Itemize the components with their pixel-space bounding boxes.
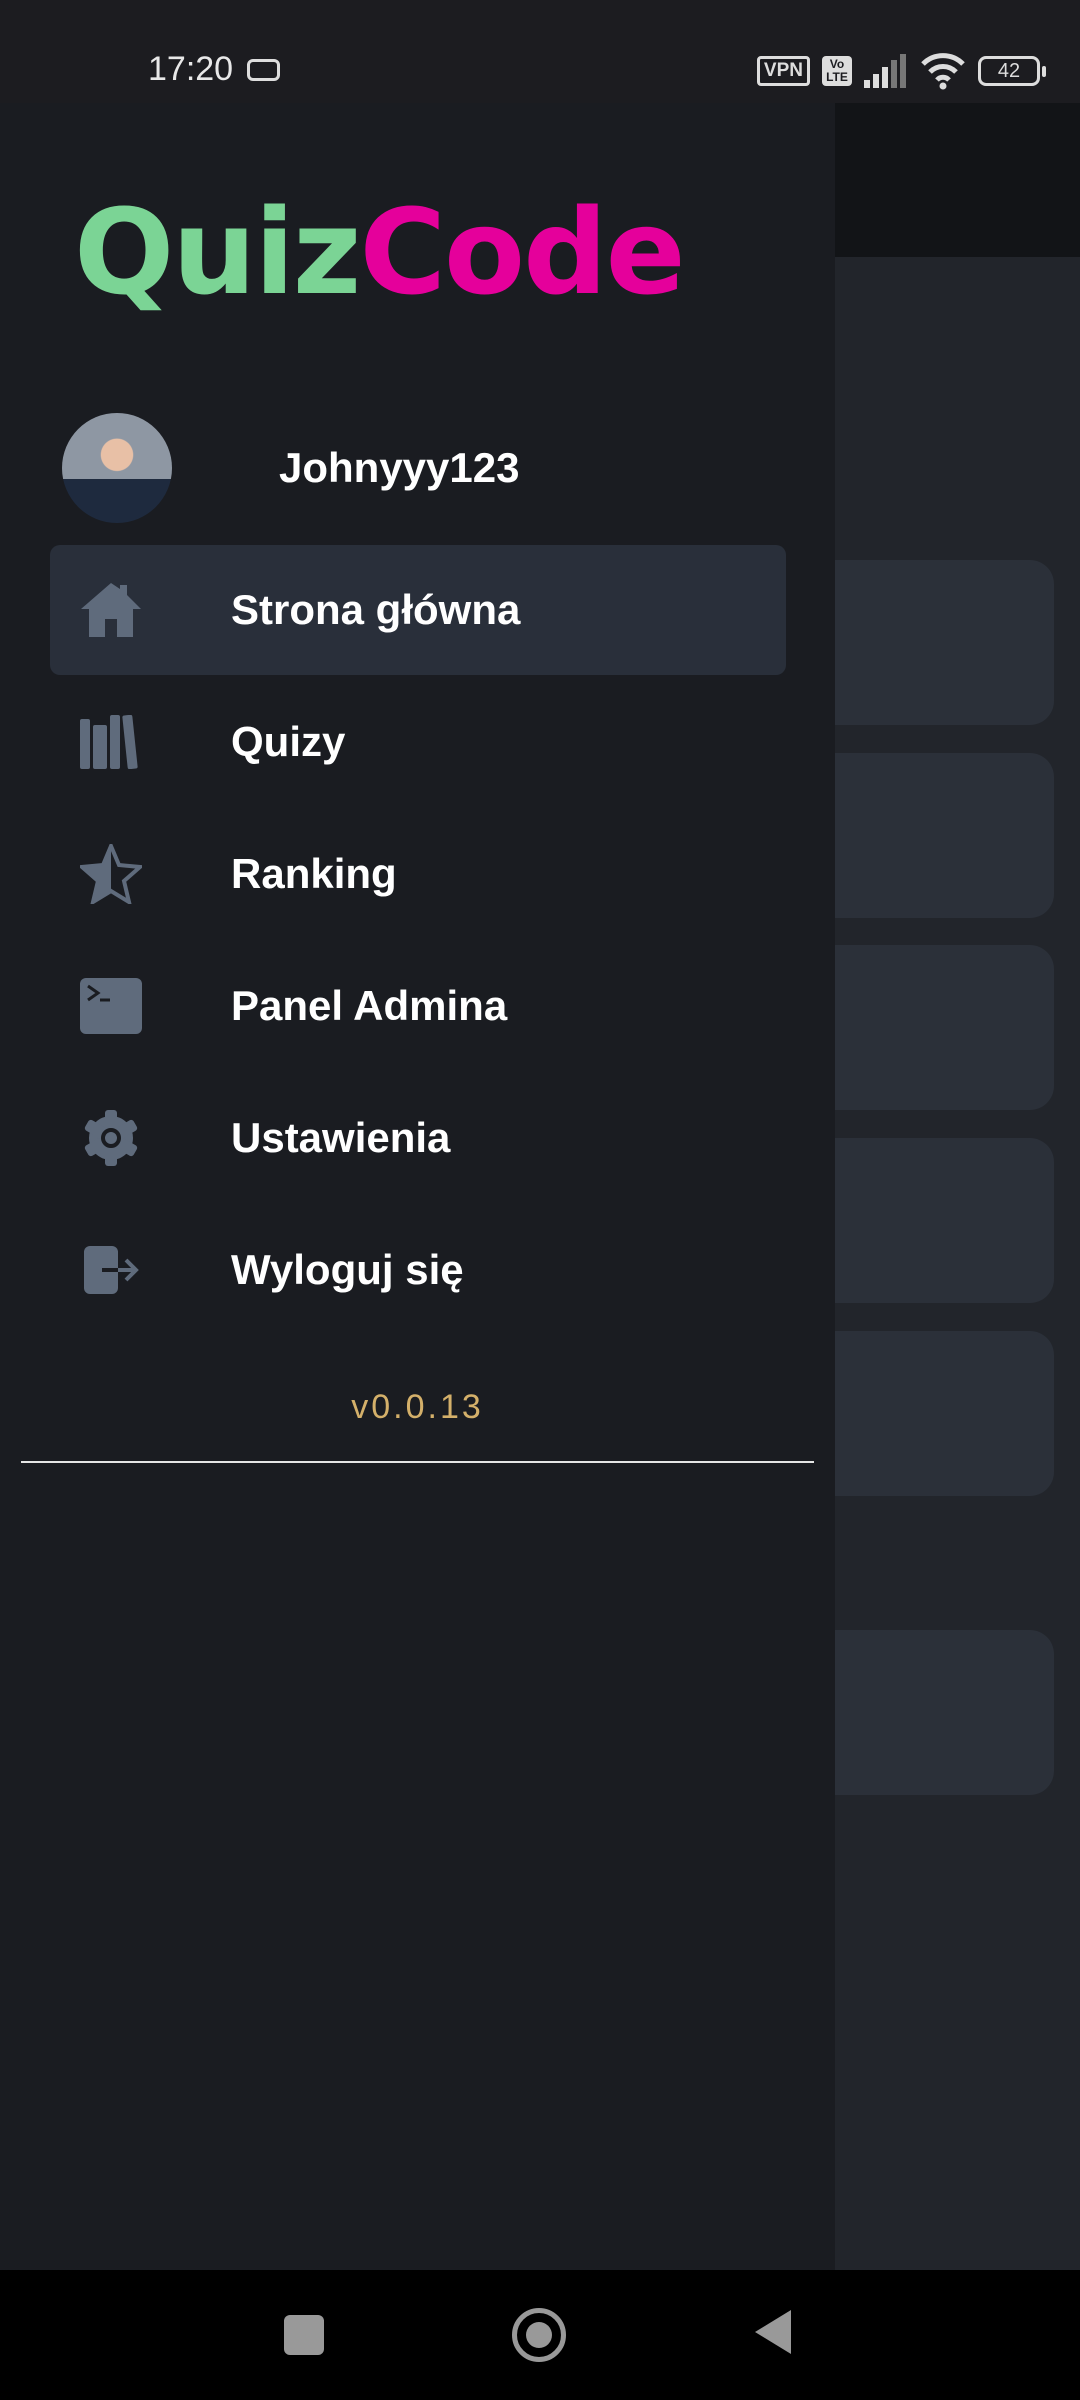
home-button[interactable] bbox=[512, 2308, 566, 2362]
background-card bbox=[800, 945, 1054, 1110]
menu-label: Strona główna bbox=[231, 586, 521, 633]
background-card bbox=[800, 753, 1054, 918]
menu-label: Ustawienia bbox=[231, 1114, 451, 1161]
app-version: v0.0.13 bbox=[351, 1388, 484, 1426]
user-profile[interactable]: Johnyyy123 bbox=[62, 413, 519, 523]
menu-item-logout[interactable]: Wyloguj się bbox=[50, 1205, 786, 1335]
books-icon bbox=[80, 711, 142, 773]
battery-icon: 42 bbox=[978, 56, 1046, 86]
status-time: 17:20 bbox=[148, 50, 234, 88]
star-icon bbox=[80, 843, 142, 905]
divider bbox=[21, 1461, 814, 1463]
menu-item-settings[interactable]: Ustawienia bbox=[50, 1073, 786, 1203]
username: Johnyyy123 bbox=[279, 444, 520, 491]
menu-item-home[interactable]: Strona główna bbox=[50, 545, 786, 675]
system-nav-bar bbox=[0, 2270, 1080, 2400]
status-bar: 17:20 VPN Vo LTE 42 bbox=[0, 0, 1080, 103]
background-card bbox=[800, 560, 1054, 725]
menu-label: Wyloguj się bbox=[231, 1246, 464, 1293]
signal-icon bbox=[864, 54, 906, 88]
home-icon bbox=[80, 579, 142, 641]
menu-label: Panel Admina bbox=[231, 982, 508, 1029]
volte-icon: Vo LTE bbox=[822, 56, 852, 86]
menu-label: Ranking bbox=[231, 850, 397, 897]
wifi-icon bbox=[921, 53, 965, 90]
background-card bbox=[800, 1331, 1054, 1496]
menu-label: Quizy bbox=[231, 718, 346, 765]
logout-icon bbox=[80, 1239, 142, 1301]
menu-item-quizzes[interactable]: Quizy bbox=[50, 677, 786, 807]
menu-item-admin-panel[interactable]: Panel Admina bbox=[50, 941, 786, 1071]
quizcode-logo: QuizCode bbox=[74, 183, 686, 321]
sim-icon bbox=[247, 59, 280, 81]
terminal-icon bbox=[80, 975, 142, 1037]
background-card bbox=[800, 1138, 1054, 1303]
menu-item-ranking[interactable]: Ranking bbox=[50, 809, 786, 939]
back-button[interactable] bbox=[755, 2310, 791, 2354]
navigation-drawer: QuizCode Johnyyy123 Strona główna Quizy … bbox=[0, 103, 835, 2270]
background-card bbox=[800, 1630, 1054, 1795]
gear-icon bbox=[80, 1107, 142, 1169]
recents-button[interactable] bbox=[284, 2315, 324, 2355]
background-app-bar bbox=[835, 103, 1080, 257]
avatar[interactable] bbox=[62, 413, 172, 523]
vpn-icon: VPN bbox=[756, 56, 810, 86]
